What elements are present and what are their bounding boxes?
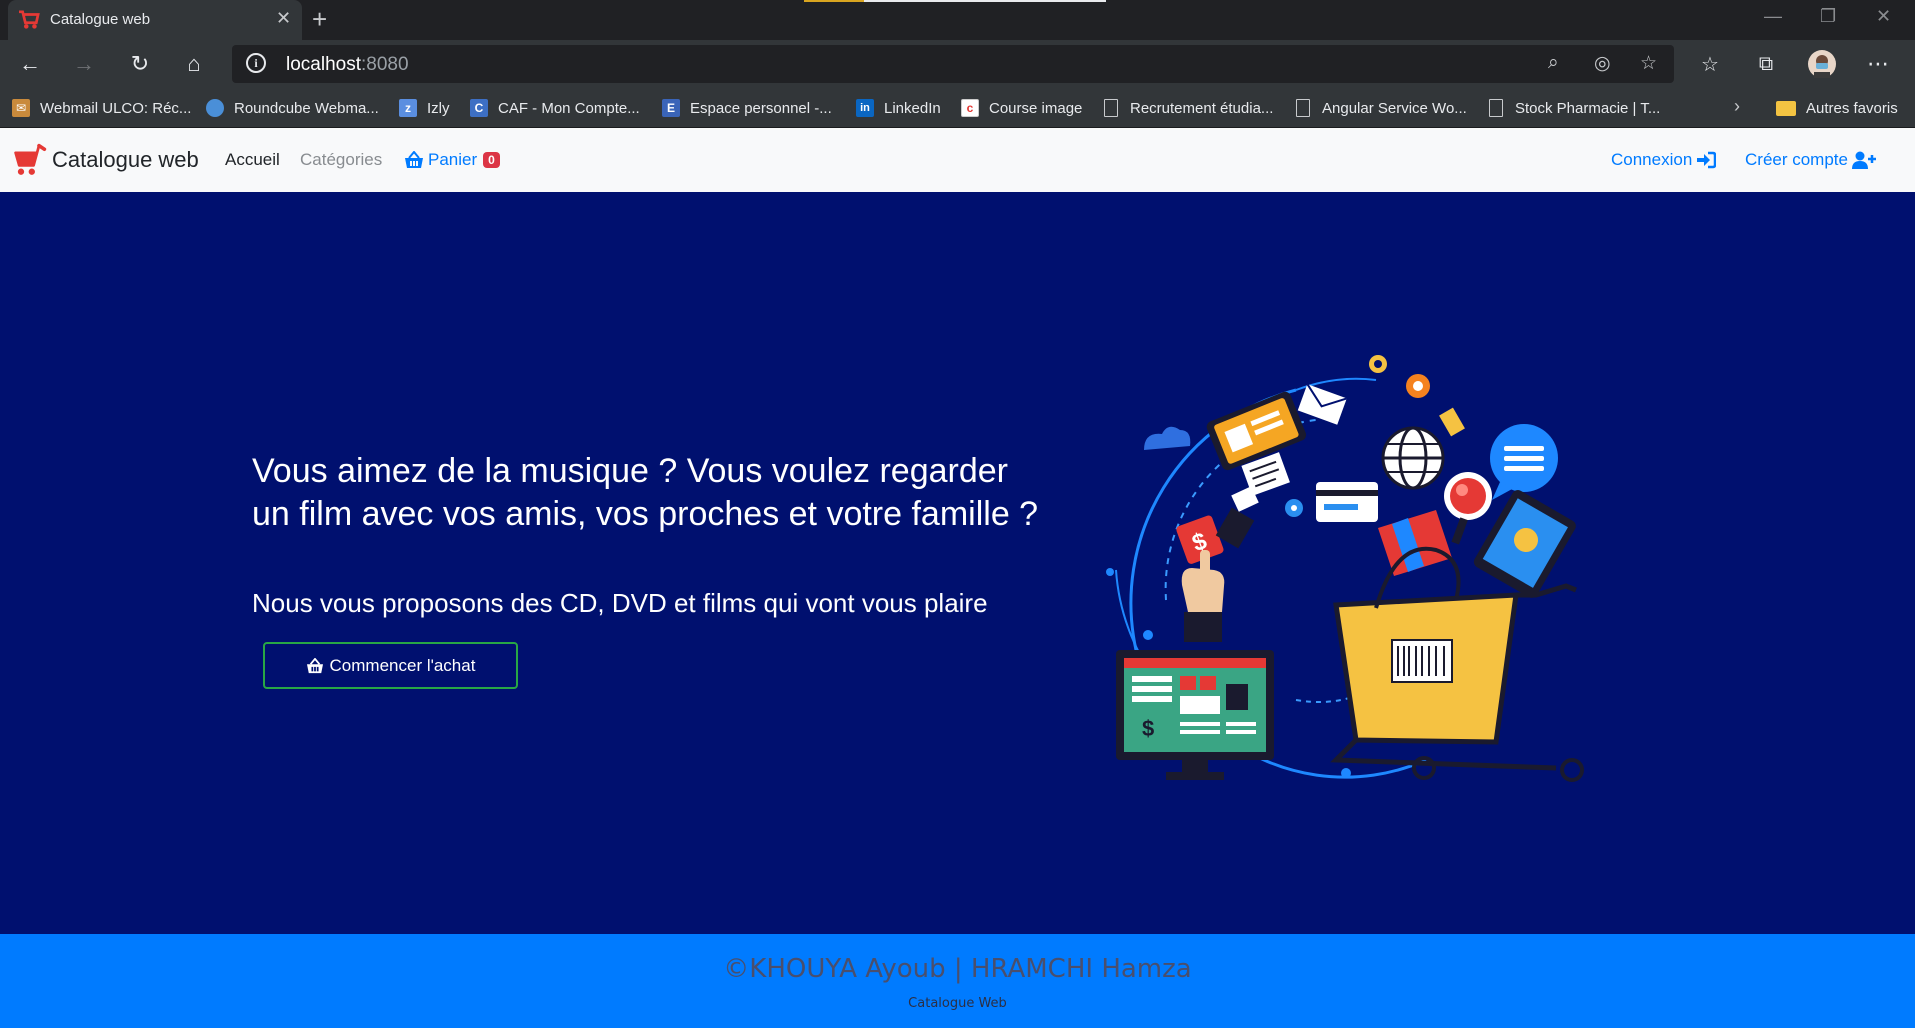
sign-in-icon [1697, 151, 1717, 169]
course-icon: c [961, 99, 979, 117]
user-plus-icon [1851, 151, 1876, 169]
chevron-right-icon[interactable]: › [1734, 96, 1740, 117]
window-close-icon[interactable]: ✕ [1876, 6, 1891, 27]
document-icon [1489, 99, 1503, 117]
bookmark-label: CAF - Mon Compte... [498, 99, 640, 117]
bookmark-label: Izly [427, 99, 450, 117]
footer-copyright: ©KHOUYA Ayoub | HRAMCHI Hamza [723, 954, 1192, 984]
reload-icon[interactable]: ↻ [124, 48, 156, 80]
cart-favicon-icon [19, 10, 40, 29]
hero-title: Vous aimez de la musique ? Vous voulez r… [252, 452, 1039, 533]
collections-icon[interactable]: ⧉ [1750, 48, 1782, 80]
bookmarks-bar: ✉ Webmail ULCO: Réc... Roundcube Webma..… [0, 88, 1915, 128]
start-shopping-button[interactable]: Commencer l'achat [263, 642, 518, 689]
site-footer: ©KHOUYA Ayoub | HRAMCHI Hamza Catalogue … [0, 934, 1915, 1028]
restore-icon[interactable]: ❐ [1820, 6, 1836, 27]
svg-text:$: $ [1142, 716, 1154, 741]
bookmark-item[interactable]: Stock Pharmacie | T... [1489, 88, 1660, 128]
loading-indicator [804, 0, 864, 2]
cart-count-badge: 0 [483, 152, 500, 168]
bookmark-label: Stock Pharmacie | T... [1515, 99, 1661, 117]
cart-label: Panier [428, 150, 478, 169]
hero-subtitle: Nous vous proposons des CD, DVD et films… [252, 588, 988, 618]
bookmark-item[interactable]: Roundcube Webma... [206, 88, 379, 128]
home-icon[interactable]: ⌂ [178, 48, 210, 80]
bookmark-label: Course image [989, 99, 1083, 117]
bookmark-item[interactable]: Angular Service Wo... [1296, 88, 1467, 128]
bookmark-label: LinkedIn [884, 99, 941, 117]
basket-icon [405, 151, 423, 168]
more-menu-icon[interactable]: ⋯ [1862, 48, 1894, 80]
favorite-star-icon[interactable]: ☆ [1640, 52, 1657, 75]
hero-section: Vous aimez de la musique ? Vous voulez r… [0, 192, 1915, 934]
bookmark-label: Recrutement étudia... [1130, 99, 1274, 117]
ecommerce-illustration: $ $ [1106, 355, 1584, 782]
profile-avatar-icon [1808, 50, 1836, 78]
site-navbar: Catalogue web Accueil Catégories Panier … [0, 128, 1915, 192]
nav-cart[interactable]: Panier 0 [404, 150, 500, 170]
bookmark-item[interactable]: ✉ Webmail ULCO: Réc... [12, 88, 191, 128]
roundcube-icon [206, 99, 224, 117]
webmail-icon: ✉ [12, 99, 30, 117]
bookmark-item[interactable]: Recrutement étudia... [1104, 88, 1273, 128]
bookmark-item[interactable]: z Izly [399, 88, 450, 128]
brand-name: Catalogue web [52, 147, 199, 172]
nav-login[interactable]: Connexion [1611, 150, 1717, 170]
browser-toolbar: ← → ↻ ⌂ i localhost:8080 ⌕ ◎ ☆ ☆ ⧉ ⋯ [0, 40, 1915, 88]
zoom-icon[interactable]: ⌕ [1548, 52, 1559, 74]
cta-label: Commencer l'achat [329, 655, 476, 675]
nav-register[interactable]: Créer compte [1745, 150, 1876, 170]
espace-icon: E [662, 99, 680, 117]
address-bar[interactable]: i localhost:8080 ⌕ ◎ ☆ [232, 45, 1674, 83]
bookmark-label: Espace personnel -... [690, 99, 832, 117]
tab-close-icon[interactable]: ✕ [276, 8, 291, 29]
bookmark-label: Angular Service Wo... [1322, 99, 1467, 117]
brand-link[interactable]: Catalogue web [12, 142, 199, 178]
back-icon[interactable]: ← [14, 48, 46, 80]
other-favorites-label: Autres favoris [1806, 99, 1898, 117]
new-tab-button[interactable]: + [312, 4, 327, 35]
shopping-cart-logo-icon [14, 143, 47, 175]
bookmark-item[interactable]: E Espace personnel -... [662, 88, 832, 128]
loading-indicator-track [864, 0, 1106, 2]
document-icon [1104, 99, 1118, 117]
url-text: localhost:8080 [286, 54, 409, 75]
bookmark-item[interactable]: C CAF - Mon Compte... [470, 88, 640, 128]
tab-title: Catalogue web [50, 11, 151, 28]
bookmark-item[interactable]: in LinkedIn [856, 88, 941, 128]
favorites-icon[interactable]: ☆ [1694, 48, 1726, 80]
tracking-icon[interactable]: ◎ [1594, 52, 1611, 75]
document-icon [1296, 99, 1310, 117]
bookmark-label: Roundcube Webma... [234, 99, 379, 117]
bookmark-label: Webmail ULCO: Réc... [40, 99, 192, 117]
izly-icon: z [399, 99, 417, 117]
folder-icon [1776, 100, 1796, 116]
login-label: Connexion [1611, 150, 1693, 169]
nav-home[interactable]: Accueil [225, 150, 280, 170]
site-info-icon[interactable]: i [246, 53, 266, 73]
register-label: Créer compte [1745, 150, 1848, 169]
other-favorites[interactable]: Autres favoris [1776, 88, 1898, 128]
browser-tab[interactable]: Catalogue web ✕ [8, 0, 302, 40]
forward-icon[interactable]: → [68, 48, 100, 80]
caf-icon: C [470, 99, 488, 117]
browser-titlebar: Catalogue web ✕ + — ❐ ✕ [0, 0, 1915, 40]
nav-categories[interactable]: Catégories [300, 150, 382, 170]
avatar[interactable] [1806, 48, 1838, 80]
minimize-icon[interactable]: — [1764, 6, 1782, 27]
bookmark-item[interactable]: c Course image [961, 88, 1082, 128]
linkedin-icon: in [856, 99, 874, 117]
basket-icon [306, 657, 323, 673]
footer-subtitle: Catalogue Web [908, 996, 1007, 1011]
